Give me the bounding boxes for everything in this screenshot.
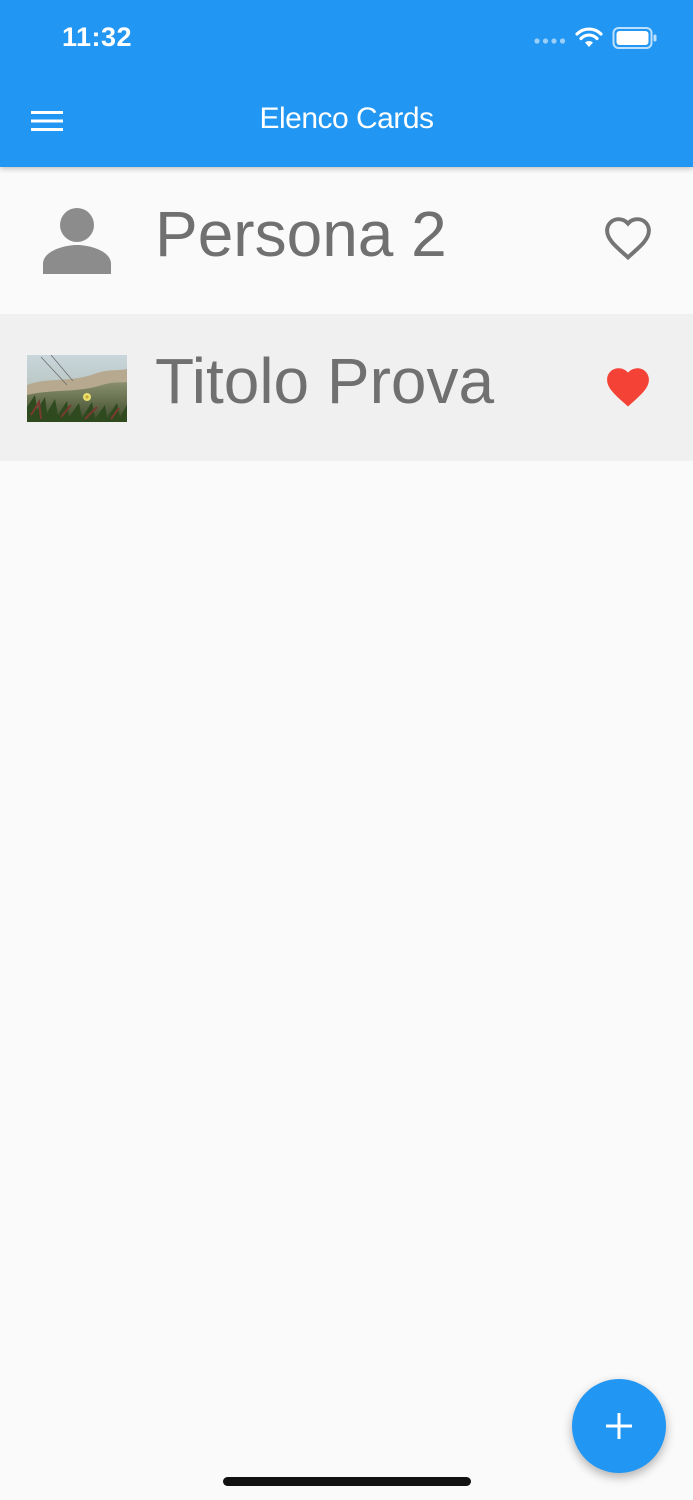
battery-icon	[612, 27, 657, 49]
favorite-toggle[interactable]	[600, 213, 656, 263]
list-item-title: Persona 2	[155, 198, 447, 270]
wifi-icon	[575, 27, 603, 47]
cards-list: Persona 2 Titolo Prova	[0, 167, 693, 461]
app-bar: 11:32 Elenco Cards	[0, 0, 693, 167]
app-screen: 11:32 Elenco Cards Persona 2 Titolo Prov…	[0, 0, 693, 1500]
plus-icon	[606, 1413, 632, 1439]
add-card-button[interactable]	[572, 1379, 666, 1473]
favorite-toggle[interactable]	[600, 360, 656, 410]
list-item[interactable]: Persona 2	[0, 167, 693, 314]
photo-thumbnail	[27, 355, 127, 422]
heart-filled-icon	[607, 368, 649, 407]
person-icon	[43, 207, 111, 274]
avatar	[27, 205, 127, 274]
home-indicator[interactable]	[223, 1477, 471, 1486]
signal-dots-icon	[534, 38, 566, 44]
heart-outline-icon	[605, 217, 651, 261]
photo-thumbnail-image	[27, 355, 127, 422]
app-title: Elenco Cards	[259, 102, 434, 135]
list-item[interactable]: Titolo Prova	[0, 314, 693, 461]
list-item-title: Titolo Prova	[155, 345, 495, 417]
status-time: 11:32	[62, 22, 133, 52]
